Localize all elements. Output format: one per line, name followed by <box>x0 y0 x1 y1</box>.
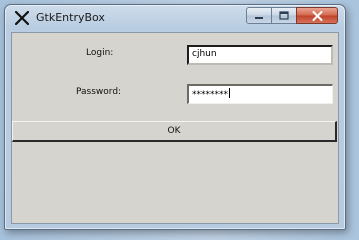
dialog-content: Login: cjhun Password: ******** OK <box>11 32 339 224</box>
maximize-icon <box>279 11 289 20</box>
password-value: ******** <box>192 90 228 100</box>
minimize-icon <box>255 16 263 19</box>
dialog-window: GtkEntryBox Login: cjhun Password: *****… <box>4 4 346 230</box>
login-value: cjhun <box>192 49 217 59</box>
password-label: Password: <box>76 87 122 97</box>
window-controls <box>246 7 338 25</box>
close-button[interactable] <box>296 7 338 24</box>
close-icon <box>312 10 322 21</box>
login-field[interactable]: cjhun <box>187 45 333 65</box>
text-cursor <box>229 88 230 98</box>
x-logo-icon <box>15 11 29 25</box>
ok-button[interactable]: OK <box>12 121 337 142</box>
window-title: GtkEntryBox <box>36 11 105 24</box>
minimize-button[interactable] <box>246 7 272 24</box>
title-bar[interactable]: GtkEntryBox <box>5 5 345 31</box>
login-label: Login: <box>86 48 114 58</box>
maximize-button[interactable] <box>271 7 297 24</box>
password-field[interactable]: ******** <box>187 84 333 104</box>
